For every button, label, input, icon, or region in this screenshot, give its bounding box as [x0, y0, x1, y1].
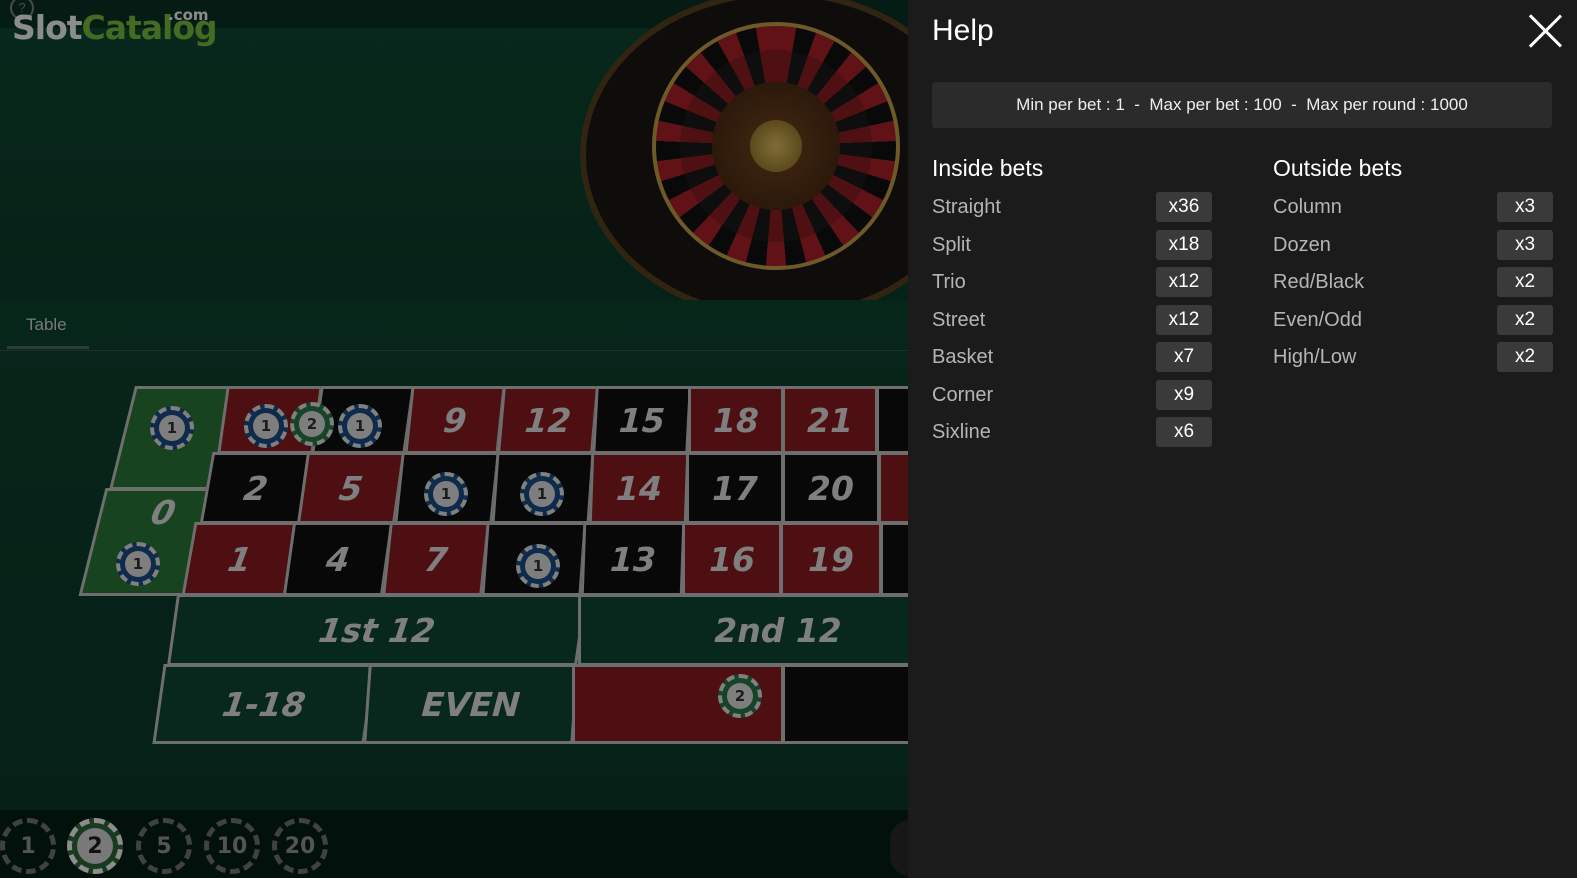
payout-multiplier: x12	[1156, 267, 1212, 297]
help-title: Help	[932, 14, 994, 47]
payout-multiplier: x2	[1497, 267, 1553, 297]
bet-type-label: Even/Odd	[1273, 308, 1362, 331]
close-icon[interactable]	[1526, 12, 1564, 50]
bet-type-label: Basket	[932, 346, 994, 368]
roulette-game-area: ? SlotCatalog .com Table 0 9 12 15 18 21 …	[0, 0, 910, 878]
bet-type-label: Dozen	[1273, 233, 1331, 256]
bet-row: Trio x12	[932, 265, 1212, 303]
bet-type-label: Sixline	[932, 421, 991, 443]
bet-type-label: Column	[1273, 196, 1342, 218]
payout-multiplier: x3	[1497, 229, 1553, 260]
inside-bets-list: Straight x36 Split x18 Trio x12 Street x12 Baske…	[932, 190, 1212, 453]
bet-type-label: Straight	[932, 196, 1001, 218]
payout-multiplier: x12	[1156, 304, 1212, 335]
payout-multiplier: x36	[1156, 192, 1212, 222]
bet-row: Sixline x6	[932, 415, 1212, 453]
bet-type-label: Split	[932, 233, 971, 256]
bet-row: Column x3	[1273, 190, 1553, 228]
payout-multiplier: x2	[1497, 304, 1553, 335]
bet-row: Red/Black x2	[1273, 265, 1553, 303]
bet-type-label: Street	[932, 308, 986, 331]
bet-type-label: Corner	[932, 383, 994, 406]
bet-limits: Min per bet : 1 - Max per bet : 100 - Ma…	[932, 82, 1552, 128]
payout-multiplier: x18	[1156, 229, 1212, 260]
outside-bets-section: Outside bets Column x3 Dozen x3 Red/Black x2 E…	[1273, 152, 1553, 378]
payout-multiplier: x9	[1156, 379, 1212, 410]
payout-multiplier: x6	[1156, 417, 1212, 447]
inside-bets-title: Inside bets	[932, 155, 1044, 181]
bet-type-label: Red/Black	[1273, 271, 1365, 293]
outside-bets-list: Column x3 Dozen x3 Red/Black x2 Even/Odd x2 High…	[1273, 190, 1553, 378]
bet-row: Dozen x3	[1273, 228, 1553, 266]
help-panel: Help Min per bet : 1 - Max per bet : 100…	[908, 0, 1577, 878]
bet-row: Corner x9	[932, 378, 1212, 416]
overlay-dim	[0, 0, 910, 878]
bet-row: High/Low x2	[1273, 340, 1553, 378]
inside-bets-section: Inside bets Straight x36 Split x18 Trio x12 St…	[932, 152, 1212, 453]
bet-row: Split x18	[932, 228, 1212, 266]
bet-type-label: High/Low	[1273, 346, 1357, 368]
bet-row: Basket x7	[932, 340, 1212, 378]
bet-row: Even/Odd x2	[1273, 303, 1553, 341]
outside-bets-title: Outside bets	[1273, 155, 1403, 181]
bet-row: Street x12	[932, 303, 1212, 341]
bet-row: Straight x36	[932, 190, 1212, 228]
payout-multiplier: x7	[1156, 342, 1212, 372]
bet-type-label: Trio	[932, 271, 966, 293]
payout-multiplier: x3	[1497, 192, 1553, 222]
payout-multiplier: x2	[1497, 342, 1553, 372]
